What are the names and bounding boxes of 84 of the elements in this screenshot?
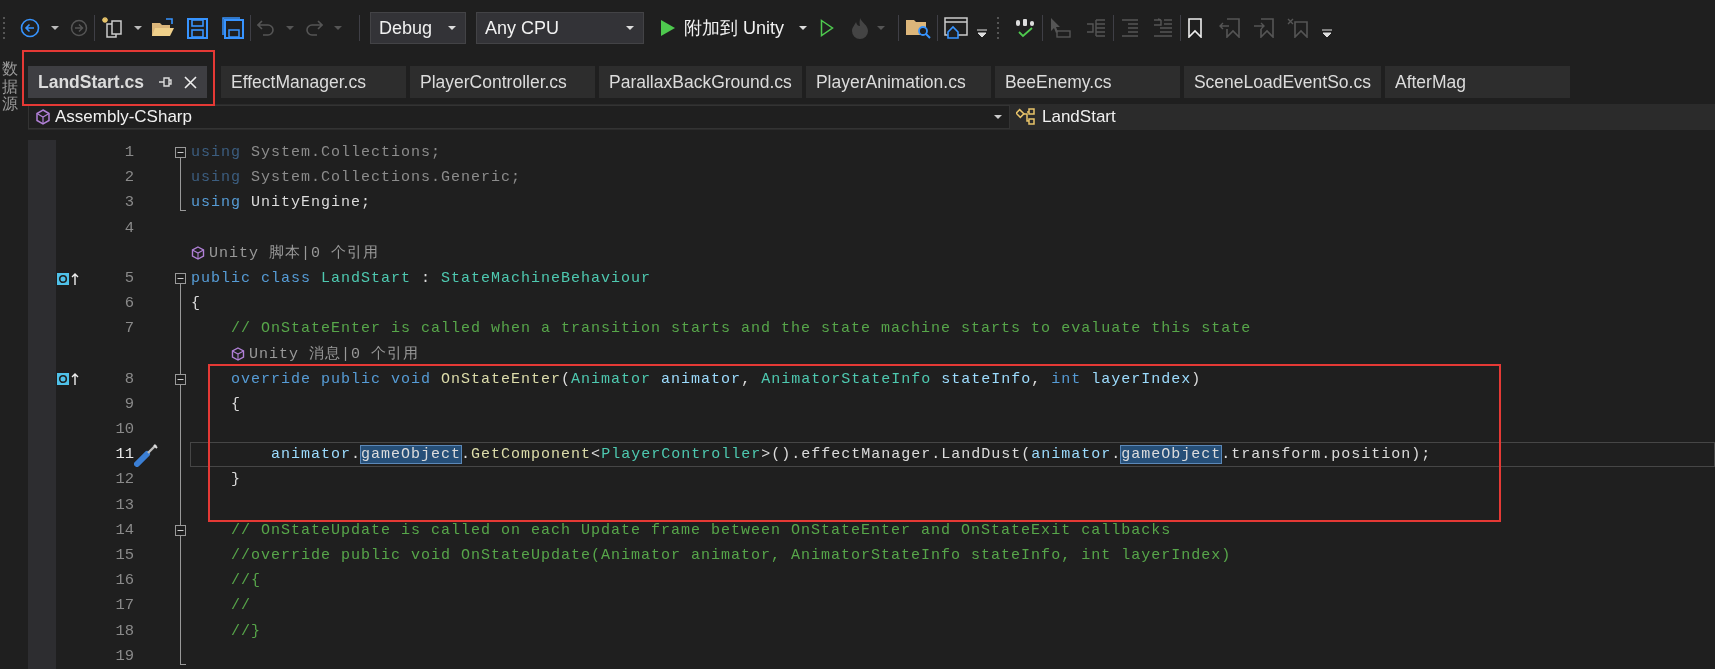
save-all-icon[interactable] bbox=[222, 17, 244, 39]
code-line: // bbox=[230, 597, 251, 615]
line-number: 8 bbox=[124, 369, 134, 388]
code-line: using System.Collections.Generic; bbox=[191, 169, 522, 187]
window-home-icon[interactable] bbox=[944, 17, 968, 39]
grip-icon bbox=[996, 15, 1002, 41]
override-icon[interactable] bbox=[56, 371, 80, 388]
code-line: override public void OnStateEnter(Animator animator, AnimatorStateInfo stateInfo, int layerIndex) bbox=[230, 370, 1202, 388]
cube-icon bbox=[35, 109, 51, 125]
code-line: //} bbox=[230, 622, 261, 640]
caret-icon[interactable] bbox=[798, 25, 808, 31]
file-tab[interactable]: AfterMag bbox=[1384, 66, 1570, 98]
line-number: 18 bbox=[115, 621, 134, 640]
code-lens[interactable]: Unity 脚本|0 个引用 bbox=[209, 241, 379, 265]
back-icon[interactable] bbox=[20, 18, 40, 38]
line-number: 11 bbox=[115, 445, 134, 464]
play-outline-icon[interactable] bbox=[820, 19, 834, 37]
collapse-icon[interactable] bbox=[175, 147, 186, 159]
line-number: 13 bbox=[115, 495, 134, 514]
overflow-icon[interactable] bbox=[976, 28, 988, 38]
code-line: //{ bbox=[230, 572, 261, 590]
cube-icon bbox=[191, 246, 205, 261]
override-icon[interactable] bbox=[56, 270, 80, 287]
overflow-icon[interactable] bbox=[1321, 28, 1333, 38]
collapse-icon[interactable] bbox=[175, 373, 186, 385]
close-icon[interactable] bbox=[184, 75, 197, 89]
code-line: public class LandStart : StateMachineBehaviour bbox=[191, 269, 652, 287]
code-line: animator.gameObject.GetComponent<PlayerController>().effectManager.LandDust(animator.gameObject.transform.position); bbox=[270, 446, 1432, 464]
line-number: 7 bbox=[124, 319, 134, 338]
code-line: { bbox=[191, 295, 201, 313]
file-tab[interactable]: PlayerController.cs bbox=[410, 66, 595, 98]
start-button[interactable]: 附加到 Unity bbox=[656, 12, 788, 44]
line-number: 16 bbox=[115, 571, 134, 590]
grip-icon bbox=[2, 15, 8, 41]
line-number: 9 bbox=[124, 394, 134, 413]
code-lens[interactable]: Unity 消息|0 个引用 bbox=[249, 342, 419, 366]
code-line: using UnityEngine; bbox=[191, 194, 372, 212]
line-number: 1 bbox=[124, 142, 134, 161]
pin-icon[interactable] bbox=[158, 76, 172, 88]
code-line: } bbox=[230, 471, 241, 489]
collapse-icon[interactable] bbox=[175, 273, 186, 285]
screwdriver-icon[interactable] bbox=[134, 442, 160, 467]
line-number: 4 bbox=[124, 218, 134, 237]
folder-search-icon[interactable] bbox=[905, 17, 931, 39]
spell-check-icon[interactable] bbox=[1014, 18, 1036, 38]
save-icon[interactable] bbox=[187, 17, 208, 39]
file-tab[interactable]: BeeEnemy.cs bbox=[994, 66, 1180, 98]
configuration-dropdown[interactable]: Debug bbox=[370, 12, 466, 44]
platform-dropdown[interactable]: Any CPU bbox=[476, 12, 644, 44]
code-line: // OnStateUpdate is called on each Update frame between OnStateEnter and OnStateExit callbacks bbox=[230, 521, 1172, 539]
file-tab[interactable]: ParallaxBackGround.cs bbox=[599, 66, 802, 98]
cube-icon bbox=[231, 347, 245, 362]
code-line: { bbox=[230, 395, 241, 413]
line-number: 5 bbox=[124, 268, 134, 287]
side-panel-tab[interactable]: 数据源 bbox=[2, 60, 18, 113]
class-icon bbox=[1016, 108, 1038, 126]
line-number: 17 bbox=[115, 596, 134, 615]
file-tab[interactable]: SceneLoadEventSo.cs bbox=[1183, 66, 1381, 98]
line-number: 6 bbox=[124, 294, 134, 313]
collapse-icon[interactable] bbox=[175, 524, 186, 536]
line-number: 10 bbox=[115, 420, 134, 439]
line-number: 14 bbox=[115, 520, 134, 539]
play-icon bbox=[660, 19, 676, 37]
project-dropdown[interactable]: Assembly-CSharp bbox=[28, 105, 1010, 129]
code-line: //override public void OnStateUpdate(Animator animator, AnimatorStateInfo stateInfo, int layerIndex) bbox=[230, 547, 1232, 564]
file-tab[interactable]: LandStart.cs bbox=[28, 66, 207, 98]
type-dropdown[interactable]: LandStart bbox=[1010, 104, 1122, 130]
code-line: using System.Collections; bbox=[191, 144, 442, 161]
file-tab[interactable]: PlayerAnimation.cs bbox=[805, 66, 991, 98]
open-folder-icon[interactable] bbox=[151, 18, 175, 38]
bookmark-icon[interactable] bbox=[1187, 18, 1203, 38]
caret-icon bbox=[447, 25, 457, 31]
caret-icon[interactable] bbox=[133, 25, 143, 31]
line-number: 3 bbox=[124, 193, 134, 212]
line-number: 15 bbox=[115, 545, 134, 564]
caret-icon bbox=[625, 25, 635, 31]
caret-icon bbox=[993, 114, 1003, 120]
line-number: 2 bbox=[124, 168, 134, 187]
code-line: // OnStateEnter is called when a transition starts and the state machine starts to evaluate this state bbox=[230, 320, 1252, 338]
new-project-icon[interactable] bbox=[101, 16, 125, 40]
file-tab[interactable]: EffectManager.cs bbox=[221, 66, 406, 98]
line-number: 12 bbox=[115, 470, 134, 489]
caret-icon[interactable] bbox=[50, 25, 60, 31]
line-number: 19 bbox=[115, 646, 134, 665]
